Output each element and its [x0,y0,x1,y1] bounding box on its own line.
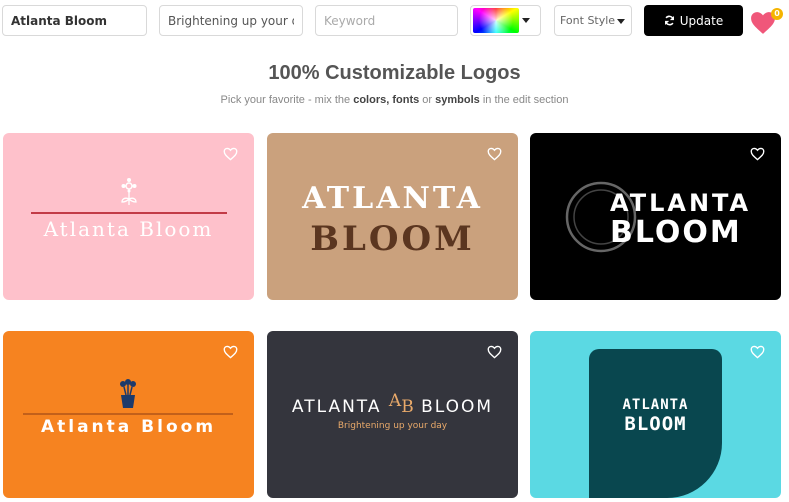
heart-outline-icon[interactable] [223,345,238,359]
editor-toolbar: Font Style Update 0 [0,0,789,44]
font-style-dropdown[interactable]: Font Style [554,5,632,36]
logo-name: ATLANTA AB BLOOM [291,391,494,417]
logo-name-line1: ATLANTA [622,397,689,413]
heart-outline-icon[interactable] [223,147,238,161]
update-label: Update [679,13,724,28]
flower-icon [121,178,137,205]
page-subtitle: Pick your favorite - mix the colors, fon… [220,94,569,106]
heart-outline-icon[interactable] [487,345,502,359]
business-name-input[interactable] [2,5,147,36]
logo-name-line2: BLOOM [610,215,742,250]
heart-outline-icon[interactable] [750,147,765,161]
logo-card[interactable]: ATLANTA AB BLOOM Brightening up your day [267,331,518,498]
favorites-count-badge: 0 [771,8,783,20]
logo-name-line1: ATLANTA [302,181,483,216]
page-title: 100% Customizable Logos [268,62,521,84]
keyword-input[interactable] [315,5,458,36]
logo-name-line2: BLOOM [624,413,687,435]
color-picker[interactable] [470,5,541,36]
font-style-label: Font Style [560,14,616,27]
favorites-button[interactable]: 0 [750,8,784,38]
logo-card[interactable]: Atlanta Bloom [3,331,254,498]
logo-name: Atlanta Bloom [43,217,214,241]
heart-outline-icon[interactable] [487,147,502,161]
heart-outline-icon[interactable] [750,345,765,359]
logo-name: Atlanta Bloom [40,417,217,437]
divider-line [31,212,227,214]
logo-card[interactable]: ATLANTA BLOOM [267,133,518,300]
update-button[interactable]: Update [644,5,743,36]
chevron-down-icon [617,19,625,24]
monogram: AB [388,391,414,417]
logo-card[interactable]: ATLANTA BLOOM [530,331,781,498]
refresh-icon [664,15,674,26]
logo-card[interactable]: ATLANTA BLOOM [530,133,781,300]
flower-pot-icon [120,379,136,408]
logo-name-line2: BLOOM [310,219,475,259]
logo-card[interactable]: Atlanta Bloom [3,133,254,300]
logo-slogan: Brightening up your day [337,421,448,431]
divider-line [23,413,233,415]
logo-name-line1: ATLANTA [610,189,752,217]
chevron-down-icon [522,18,530,23]
color-wheel-icon [473,8,519,33]
slogan-input[interactable] [159,5,303,36]
